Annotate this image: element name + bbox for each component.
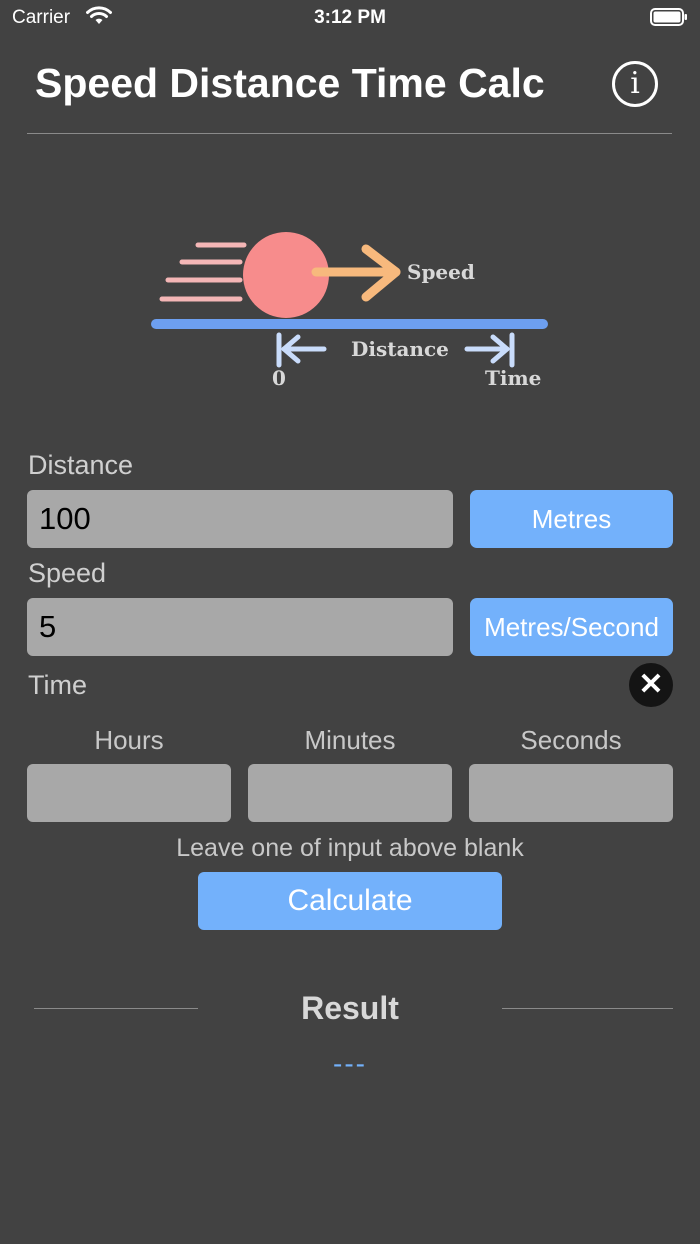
header-divider [27,133,672,134]
time-illus-label: Time [485,366,541,390]
time-label: Time [28,670,87,700]
hours-label: Hours [94,725,164,755]
seconds-input[interactable] [469,764,673,822]
seconds-label: Seconds [520,725,622,755]
speed-value: 5 [39,609,57,644]
distance-value: 100 [39,501,91,536]
speed-label: Speed [28,558,107,588]
distance-input[interactable]: 100 [27,490,453,548]
clear-button[interactable]: ✕ [629,663,673,707]
result-title: Result [301,990,399,1026]
speed-unit-button[interactable]: Metres/Second [470,598,673,656]
result-value: --- [333,1048,367,1079]
speed-distance-illustration: Speed Distance 0 Time [151,232,548,390]
distance-illus-label: Distance [351,337,449,361]
start-illus-label: 0 [272,366,286,390]
info-icon: i [630,66,640,101]
minutes-input[interactable] [248,764,452,822]
page-title: Speed Distance Time Calc [35,60,545,106]
distance-label: Distance [28,450,134,480]
hours-input[interactable] [27,764,231,822]
hint-text: Leave one of input above blank [176,834,524,862]
info-button[interactable]: i [612,61,658,107]
battery-icon [650,8,687,26]
distance-unit-button[interactable]: Metres [470,490,673,548]
minutes-label: Minutes [304,725,396,755]
close-icon: ✕ [638,668,664,701]
calculate-button[interactable]: Calculate [198,872,502,930]
speed-input[interactable]: 5 [27,598,453,656]
status-bar: Carrier 3:12 PM [0,0,700,36]
status-time: 3:12 PM [314,7,386,28]
speed-illus-label: Speed [407,260,475,284]
